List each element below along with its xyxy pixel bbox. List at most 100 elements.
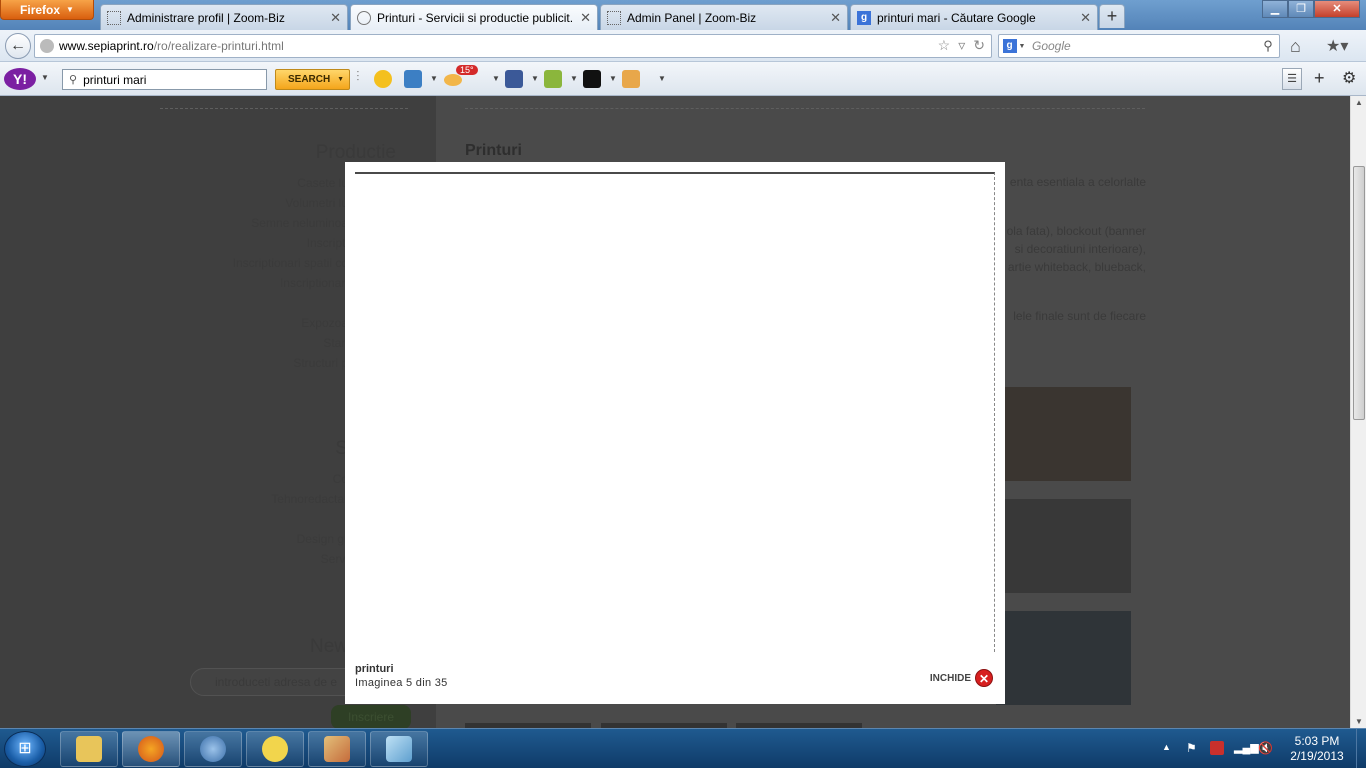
volume-muted-icon[interactable]: 🔇 <box>1258 741 1273 755</box>
reload-icon[interactable]: ↻ <box>973 37 985 54</box>
paint-palette-icon <box>324 736 350 762</box>
explorer-taskbar-button[interactable] <box>60 731 118 767</box>
system-clock[interactable]: 5:03 PM 2/19/2013 <box>1284 734 1350 764</box>
chevron-down-icon[interactable]: ▼ <box>570 74 578 83</box>
close-icon[interactable]: ✕ <box>580 10 591 26</box>
divider <box>160 108 408 109</box>
firefox-menu-button[interactable]: Firefox ▼ <box>0 0 94 20</box>
facebook-icon[interactable] <box>505 70 523 88</box>
chevron-down-icon[interactable]: ▼ <box>531 74 539 83</box>
maximize-button[interactable]: ❐ <box>1288 0 1314 18</box>
windows-taskbar: ⊞ ▲ ⚑ ▂▄▆ 🔇 5:03 PM 2/19/2013 <box>0 728 1366 768</box>
newsletter-subscribe-button[interactable]: Inscriere <box>331 705 411 728</box>
sidebar-link[interactable]: Inscriptionari spatii co <box>233 256 348 270</box>
security-icon[interactable] <box>1210 741 1224 755</box>
star-bookmark-icon[interactable]: ☆ <box>938 37 951 54</box>
firefox-taskbar-button[interactable] <box>122 731 180 767</box>
title-bar: Firefox ▼ Administrare profil | Zoom-Biz… <box>0 0 1366 30</box>
close-icon[interactable]: ✕ <box>1080 10 1091 26</box>
thunderbird-taskbar-button[interactable] <box>184 731 242 767</box>
chevron-down-icon[interactable]: ▼ <box>609 74 617 83</box>
scroll-up-arrow-icon[interactable]: ▲ <box>1355 98 1363 107</box>
notepad-taskbar-button[interactable] <box>370 731 428 767</box>
mail-icon[interactable] <box>404 70 422 88</box>
chevron-down-icon: ▼ <box>337 76 344 83</box>
home-icon[interactable]: ⌂ <box>1290 36 1301 57</box>
sidebar-heading-productie: Productie <box>315 142 396 163</box>
sidebar-link[interactable]: Inscripti <box>307 236 348 250</box>
lightbox-dialog: printuri Imaginea 5 din 35 INCHIDE ✕ <box>345 162 1005 704</box>
tab-label: Admin Panel | Zoom-Biz <box>627 10 757 25</box>
finance-icon[interactable] <box>544 70 562 88</box>
action-center-flag-icon[interactable]: ⚑ <box>1186 741 1200 755</box>
search-icon[interactable]: ⚲ <box>1257 38 1279 54</box>
vertical-scrollbar[interactable]: ▲ ▼ <box>1350 96 1366 728</box>
weather-icon[interactable] <box>444 74 462 86</box>
sidebar-link[interactable]: Structuri p <box>293 356 348 370</box>
list-menu-icon[interactable]: ☰ <box>1282 68 1302 90</box>
body-text: lele finale sunt de fiecare <box>1013 309 1146 323</box>
messenger-smiley-icon[interactable] <box>374 70 392 88</box>
scroll-down-arrow-icon[interactable]: ▼ <box>1355 717 1363 726</box>
sidebar-link[interactable]: Semne neluminoa <box>251 216 348 230</box>
url-domain: www.sepiaprint.ro <box>59 39 154 53</box>
show-hidden-icons-icon[interactable]: ▲ <box>1162 742 1171 752</box>
start-button[interactable]: ⊞ <box>4 731 46 767</box>
ebay-icon[interactable] <box>583 70 601 88</box>
lightbox-close-label: INCHIDE <box>929 672 971 684</box>
thunderbird-icon <box>200 736 226 762</box>
tab-label: printuri mari - Căutare Google <box>877 10 1036 25</box>
tab-administrare-profil[interactable]: Administrare profil | Zoom-Biz ✕ <box>100 4 348 30</box>
scrollbar-thumb[interactable] <box>1353 166 1365 420</box>
search-engine-selector[interactable]: g ▼ <box>999 35 1029 57</box>
tab-google-search[interactable]: g printuri mari - Căutare Google ✕ <box>850 4 1098 30</box>
close-icon[interactable]: ✕ <box>975 669 993 687</box>
gallery-thumbnail[interactable] <box>996 499 1131 593</box>
sidebar-link[interactable]: Expozoa <box>301 316 348 330</box>
sidebar-link[interactable]: Servi <box>321 552 348 566</box>
search-bar[interactable]: g ▼ Google ⚲ <box>998 34 1280 58</box>
sidebar-link[interactable]: Tehnoredactar <box>271 492 348 506</box>
tab-admin-panel[interactable]: Admin Panel | Zoom-Biz ✕ <box>600 4 848 30</box>
add-icon[interactable]: + <box>1314 68 1325 89</box>
gallery-thumbnail[interactable] <box>996 611 1131 705</box>
search-placeholder: Google <box>1032 39 1071 53</box>
network-signal-icon[interactable]: ▂▄▆ <box>1234 741 1259 755</box>
window-close-button[interactable]: ✕ <box>1314 0 1360 18</box>
yahoo-search-input[interactable]: ⚲ printuri mari <box>62 69 267 90</box>
chevron-down-icon[interactable]: ▼ <box>492 74 500 83</box>
tab-printuri[interactable]: Printuri - Servicii si productie publici… <box>350 4 598 30</box>
url-bar[interactable]: www.sepiaprint.ro/ro/realizare-printuri.… <box>34 34 992 58</box>
show-desktop-button[interactable] <box>1356 729 1366 768</box>
sidebar-link[interactable]: Inscriptionari <box>280 276 348 290</box>
chevron-down-icon[interactable]: ▼ <box>41 73 49 82</box>
games-icon[interactable] <box>622 70 640 88</box>
minimize-button[interactable]: ▁ <box>1262 0 1288 18</box>
lightbox-close-button[interactable]: INCHIDE ✕ <box>930 669 993 687</box>
close-icon[interactable]: ✕ <box>830 10 841 26</box>
sidebar-link[interactable]: Design gr <box>297 532 348 546</box>
sidebar-link[interactable]: Volumetri lu <box>285 196 348 210</box>
chevron-down-icon[interactable]: ▼ <box>658 74 666 83</box>
gallery-thumbnail[interactable] <box>996 387 1131 481</box>
yahoo-search-button-label: SEARCH <box>288 74 331 85</box>
messenger-icon <box>262 736 288 762</box>
yahoo-logo[interactable]: Y! <box>4 68 36 90</box>
bookmarks-icon[interactable]: ★▾ <box>1326 36 1348 56</box>
close-icon[interactable]: ✕ <box>330 10 341 26</box>
chevron-down-icon[interactable]: ▼ <box>430 74 438 83</box>
yahoo-search-button[interactable]: SEARCH ▼ <box>275 69 350 90</box>
lightbox-image[interactable] <box>355 172 995 652</box>
gear-icon[interactable]: ⚙ <box>1342 68 1356 88</box>
chevron-down-icon: ▼ <box>66 5 74 14</box>
google-icon: g <box>1002 39 1017 53</box>
chevron-down-icon[interactable]: ▿ <box>958 37 965 54</box>
messenger-taskbar-button[interactable] <box>246 731 304 767</box>
sidebar-link[interactable]: Casete lu <box>297 176 348 190</box>
body-text: si decoratiuni interioare), <box>1014 242 1146 256</box>
blank-page-icon <box>607 10 621 25</box>
paint-taskbar-button[interactable] <box>308 731 366 767</box>
back-button[interactable]: ← <box>5 33 31 59</box>
separator-grip-icon: ⫶ <box>356 68 360 84</box>
new-tab-button[interactable]: + <box>1099 4 1125 28</box>
